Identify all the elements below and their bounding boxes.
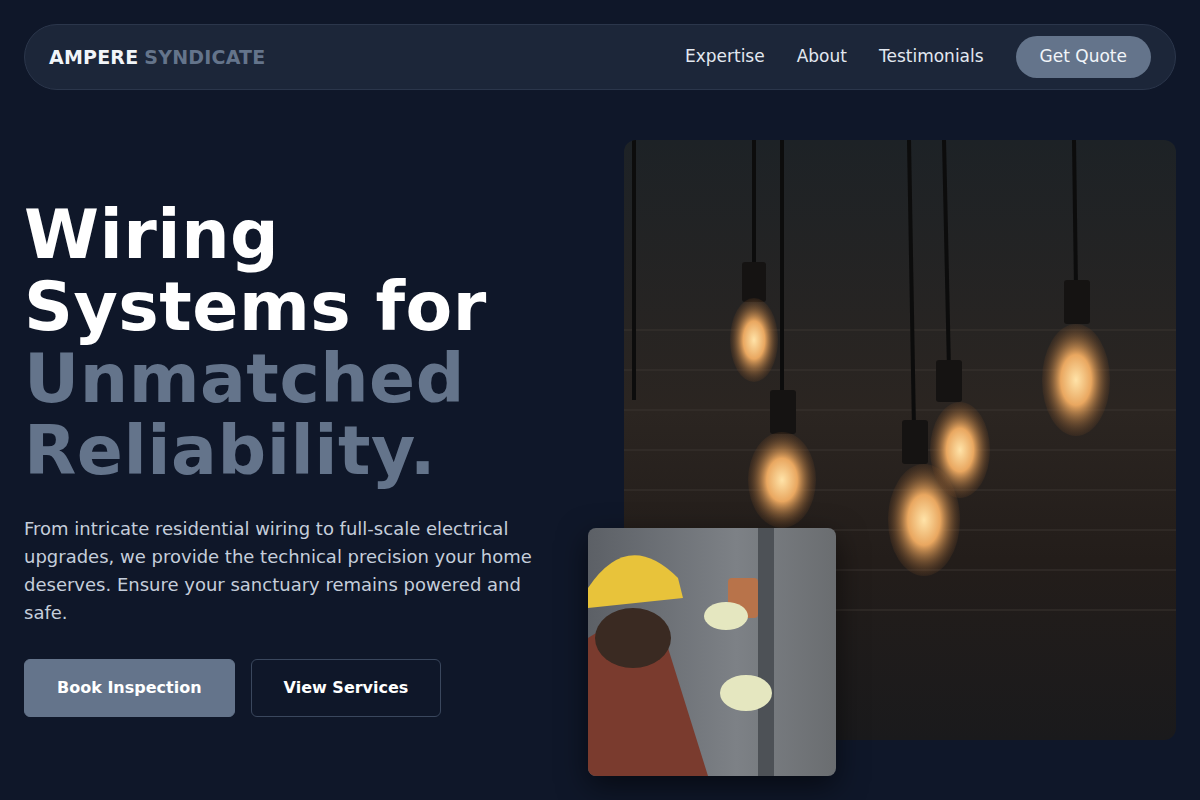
title-line: Unmatched <box>24 343 564 415</box>
navbar: AMPERE SYNDICATE Expertise About Testimonia… <box>24 24 1176 90</box>
brand-second[interactable]: SYNDICATE <box>144 46 265 68</box>
electrician-photo <box>588 528 836 776</box>
hero: WiringSystems forUnmatchedReliability. F… <box>24 140 1176 776</box>
nav-link[interactable]: Expertise <box>685 44 765 70</box>
title-line: Reliability. <box>24 415 564 487</box>
hero-description: From intricate residential wiring to ful… <box>24 515 554 627</box>
brand-first[interactable]: AMPERE <box>49 46 138 68</box>
book-inspection-button[interactable]: Book Inspection <box>24 659 235 717</box>
view-services-button[interactable]: View Services <box>251 659 442 717</box>
nav-link[interactable]: Testimonials <box>879 44 984 70</box>
hero-text: WiringSystems forUnmatchedReliability. F… <box>24 199 564 717</box>
page: AMPERE SYNDICATE Expertise About Testimonia… <box>0 0 1200 776</box>
hero-photos <box>588 140 1176 776</box>
title-line: Systems for <box>24 271 564 343</box>
hero-title: WiringSystems forUnmatchedReliability. <box>24 199 564 487</box>
hero-buttons: Book Inspection View Services <box>24 659 564 717</box>
electrician-photo-icon <box>588 528 836 776</box>
nav-link[interactable]: About <box>797 44 847 70</box>
title-line: Wiring <box>24 199 564 271</box>
get-quote-button[interactable]: Get Quote <box>1016 36 1151 78</box>
nav-links: Expertise About Testimonials Get Quote <box>685 36 1151 78</box>
brand-logo[interactable]: AMPERE SYNDICATE <box>49 43 265 72</box>
